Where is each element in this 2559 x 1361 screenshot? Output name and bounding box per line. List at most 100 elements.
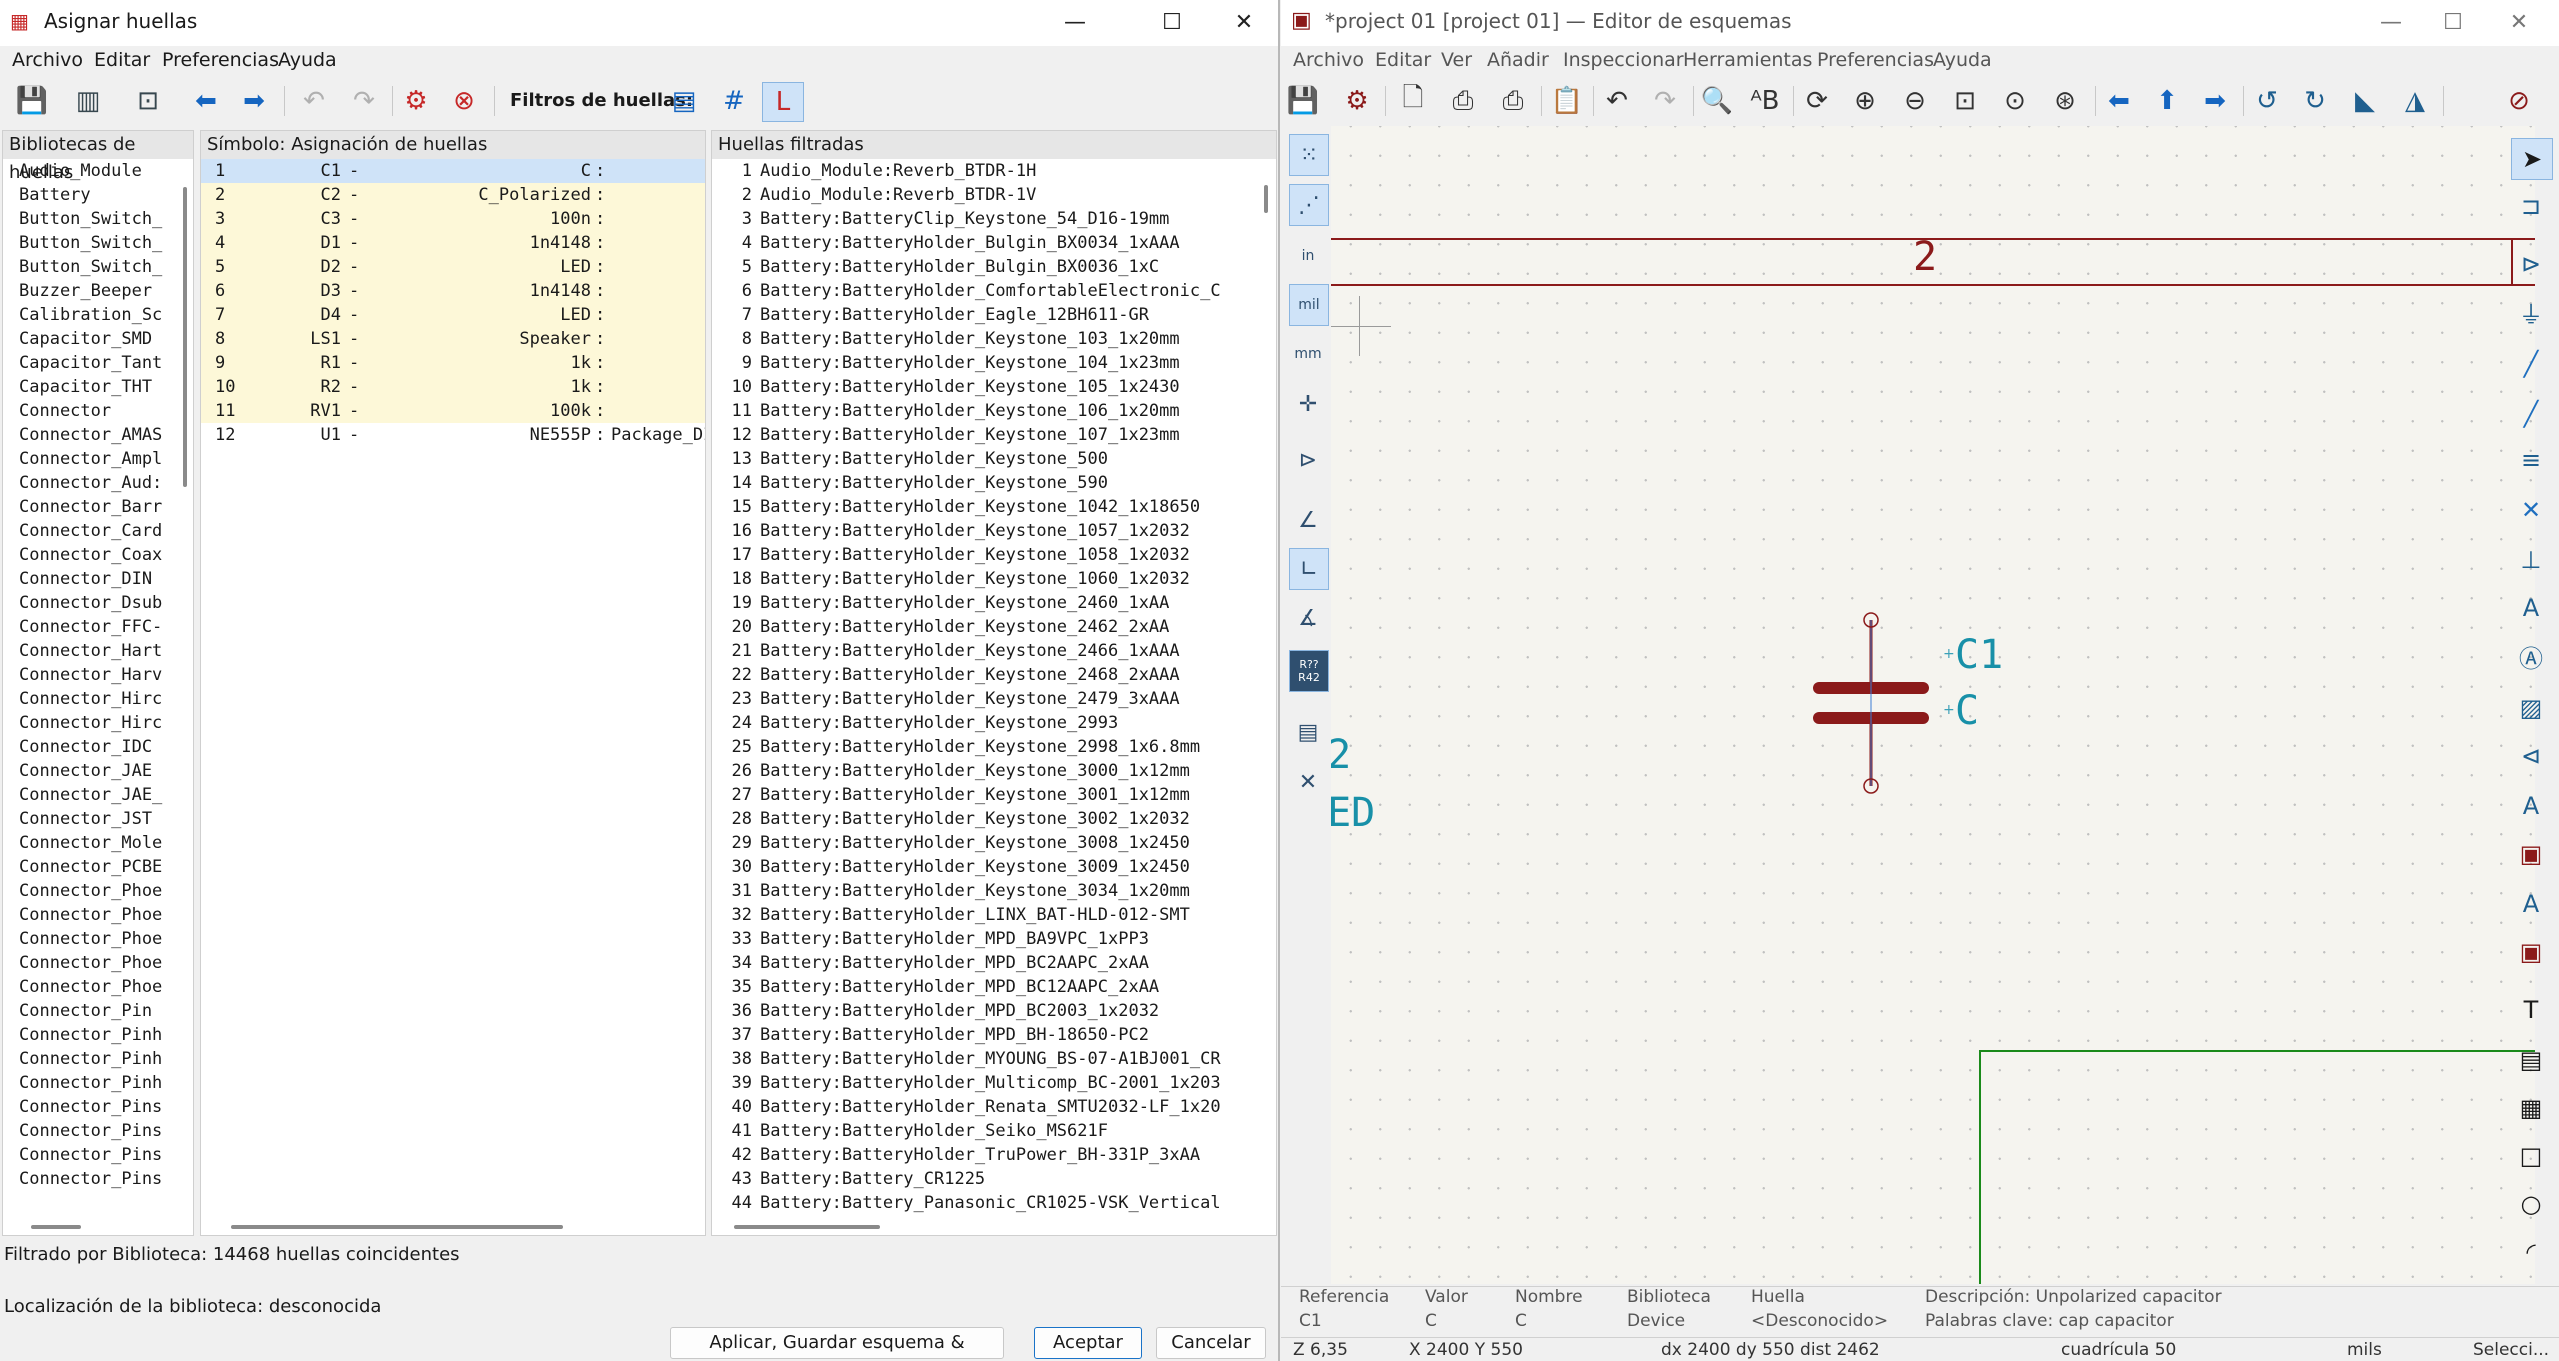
footprint-list-item[interactable]: 30 Battery:BatteryHolder_Keystone_3009_1x… xyxy=(712,855,1264,879)
add-bus-icon[interactable]: ╱ xyxy=(2511,394,2551,434)
footprint-list-item[interactable]: 35 Battery:BatteryHolder_MPD_BC12AAPC_2xA… xyxy=(712,975,1264,999)
library-list-item[interactable]: Connector_Phoe xyxy=(3,975,183,999)
rectangle-icon[interactable]: □ xyxy=(2511,1136,2551,1176)
library-list-item[interactable]: Capacitor_Tant xyxy=(3,351,183,375)
maximize-icon[interactable]: ☐ xyxy=(1142,4,1202,42)
footprint-list-item[interactable]: 25 Battery:BatteryHolder_Keystone_2998_1x… xyxy=(712,735,1264,759)
footprint-list-item[interactable]: 15 Battery:BatteryHolder_Keystone_1042_1x… xyxy=(712,495,1264,519)
footprint-viewer-icon[interactable]: ⊡ xyxy=(128,82,168,120)
menu-herramientas[interactable]: Herramientas xyxy=(1683,49,1812,71)
schematic-setup-icon[interactable]: ⚙ xyxy=(1337,82,1377,120)
library-list-item[interactable]: Audio_Module xyxy=(3,159,183,183)
footprint-list-item[interactable]: 38 Battery:BatteryHolder_MYOUNG_BS-07-A1B… xyxy=(712,1047,1264,1071)
footprint-list-item[interactable]: 17 Battery:BatteryHolder_Keystone_1058_1x… xyxy=(712,543,1264,567)
footprint-list-item[interactable]: 4 Battery:BatteryHolder_Bulgin_BX0034_1xA… xyxy=(712,231,1264,255)
library-manager-icon[interactable]: ▥ xyxy=(68,82,108,120)
footprint-list-item[interactable]: 34 Battery:BatteryHolder_MPD_BC2AAPC_2xAA xyxy=(712,951,1264,975)
footprint-list-item[interactable]: 8 Battery:BatteryHolder_Keystone_103_1x20… xyxy=(712,327,1264,351)
annotation-badge-icon[interactable]: R?? R42 xyxy=(1289,650,1329,692)
footprint-list-item[interactable]: 33 Battery:BatteryHolder_MPD_BA9VPC_1xPP3 xyxy=(712,927,1264,951)
filter-keywords-icon[interactable]: ▤ xyxy=(664,82,704,120)
library-list-item[interactable]: Connector_AMAS xyxy=(3,423,183,447)
add-symbol-icon[interactable]: ⊳ xyxy=(2511,244,2551,284)
footprint-list-item[interactable]: 36 Battery:BatteryHolder_MPD_BC2003_1x203… xyxy=(712,999,1264,1023)
table-icon[interactable]: ▦ xyxy=(2511,1088,2551,1128)
library-list-item[interactable]: Connector_Pins xyxy=(3,1167,183,1191)
library-list-item[interactable]: Connector_Ampl xyxy=(3,447,183,471)
wire-angle-45-icon[interactable]: ∡ xyxy=(1289,598,1327,638)
undo-icon[interactable]: ↶ xyxy=(294,82,334,120)
previous-arrow-icon[interactable]: ⬅ xyxy=(186,82,226,120)
wire-vertical[interactable] xyxy=(1979,1050,1981,1284)
label-icon[interactable]: A xyxy=(2511,588,2551,628)
library-list-item[interactable]: Connector_JAE xyxy=(3,759,183,783)
mirror-vertical-icon[interactable]: ◣ xyxy=(2345,82,2385,120)
page-settings-icon[interactable]: 🗋 xyxy=(1393,82,1433,120)
footprint-list-item[interactable]: 2 Audio_Module:Reverb_BTDR-1V xyxy=(712,183,1264,207)
menu-ayuda[interactable]: Ayuda xyxy=(1933,49,1992,71)
circle-icon[interactable]: ○ xyxy=(2511,1184,2551,1224)
import-sheet-pin-icon[interactable]: ▣ xyxy=(2511,932,2551,972)
schematic-canvas[interactable]: 2 + C1 + C D2 LED xyxy=(1331,126,2535,1284)
capacitor-value[interactable]: C xyxy=(1955,688,1979,734)
footprint-list-item[interactable]: 18 Battery:BatteryHolder_Keystone_1060_1x… xyxy=(712,567,1264,591)
properties-tools-icon[interactable]: ✕ xyxy=(1289,762,1327,802)
menu-anadir[interactable]: Añadir xyxy=(1487,49,1549,71)
next-arrow-icon[interactable]: ➡ xyxy=(234,82,274,120)
library-list-item[interactable]: Button_Switch_ xyxy=(3,255,183,279)
library-list-item[interactable]: Connector_Barr xyxy=(3,495,183,519)
navigate-forward-icon[interactable]: ➡ xyxy=(2195,82,2235,120)
library-vscroll[interactable] xyxy=(183,187,187,487)
footprint-list-item[interactable]: 23 Battery:BatteryHolder_Keystone_2479_3x… xyxy=(712,687,1264,711)
refresh-icon[interactable]: ⟳ xyxy=(1797,82,1837,120)
footprint-list-item[interactable]: 32 Battery:BatteryHolder_LINX_BAT-HLD-012… xyxy=(712,903,1264,927)
rotate-cw-icon[interactable]: ↻ xyxy=(2295,82,2335,120)
footprint-list-item[interactable]: 5 Battery:BatteryHolder_Bulgin_BX0036_1xC xyxy=(712,255,1264,279)
library-list-item[interactable]: Connector_FFC- xyxy=(3,615,183,639)
ok-button[interactable]: Aceptar xyxy=(1034,1327,1142,1359)
symbol-row[interactable]: 6 D3- 1n4148: xyxy=(201,279,705,303)
filter-pin-count-icon[interactable]: # xyxy=(714,82,754,120)
footprint-list-item[interactable]: 26 Battery:BatteryHolder_Keystone_3000_1x… xyxy=(712,759,1264,783)
hierarchical-label-icon[interactable]: A xyxy=(2511,786,2551,826)
library-list-item[interactable]: Button_Switch_ xyxy=(3,231,183,255)
library-list-item[interactable]: Capacitor_THT xyxy=(3,375,183,399)
find-replace-icon[interactable]: ᴬB xyxy=(1745,82,1785,120)
menu-inspeccionar[interactable]: Inspeccionar xyxy=(1563,49,1684,71)
auto-assign-icon[interactable]: ⚙ xyxy=(396,82,436,120)
global-label-icon[interactable]: ⊲ xyxy=(2511,736,2551,776)
zoom-fit-icon[interactable]: ⊡ xyxy=(1945,82,1985,120)
grid-overrides-icon[interactable]: ⋰ xyxy=(1289,184,1329,226)
capacitor-reference[interactable]: C1 xyxy=(1955,632,2003,678)
maximize-icon[interactable]: ☐ xyxy=(2423,4,2483,42)
footprint-list-item[interactable]: 24 Battery:BatteryHolder_Keystone_2993 xyxy=(712,711,1264,735)
undo-icon[interactable]: ↶ xyxy=(1597,82,1637,120)
close-icon[interactable]: ✕ xyxy=(2489,4,2549,42)
symbol-row[interactable]: 12 U1- NE555P:Package_DIP xyxy=(201,423,705,447)
cancel-button[interactable]: Cancelar xyxy=(1156,1327,1266,1359)
footprint-list-item[interactable]: 43 Battery:Battery_CR1225 xyxy=(712,1167,1264,1191)
cursor-crosshair-icon[interactable]: ✛ xyxy=(1289,384,1327,424)
menu-preferencias[interactable]: Preferencias xyxy=(162,49,279,71)
library-list-item[interactable]: Connector_Harv xyxy=(3,663,183,687)
symbol-editor-icon[interactable]: ⊘ xyxy=(2499,82,2539,120)
footprint-list-item[interactable]: 21 Battery:BatteryHolder_Keystone_2466_1x… xyxy=(712,639,1264,663)
wire-horizontal[interactable] xyxy=(1979,1050,2535,1052)
library-list-item[interactable]: Connector_Pins xyxy=(3,1119,183,1143)
print-icon[interactable]: ⎙ xyxy=(1443,82,1483,120)
navigate-back-icon[interactable]: ⬅ xyxy=(2099,82,2139,120)
library-list-item[interactable]: Connector_Coax xyxy=(3,543,183,567)
footprint-list-item[interactable]: 12 Battery:BatteryHolder_Keystone_107_1x2… xyxy=(712,423,1264,447)
library-list-item[interactable]: Connector_Phoe xyxy=(3,927,183,951)
library-list-item[interactable]: Connector_Hirc xyxy=(3,711,183,735)
bus-entry-icon[interactable]: ≡ xyxy=(2511,440,2551,480)
zoom-in-icon[interactable]: ⊕ xyxy=(1845,82,1885,120)
footprint-list-item[interactable]: 16 Battery:BatteryHolder_Keystone_1057_1x… xyxy=(712,519,1264,543)
library-list-item[interactable]: Connector_Pins xyxy=(3,1143,183,1167)
library-list-item[interactable]: Connector_DIN xyxy=(3,567,183,591)
zoom-out-icon[interactable]: ⊖ xyxy=(1895,82,1935,120)
footprint-list-item[interactable]: 42 Battery:BatteryHolder_TruPower_BH-331P… xyxy=(712,1143,1264,1167)
menu-archivo[interactable]: Archivo xyxy=(1293,49,1364,71)
zoom-objects-icon[interactable]: ⊙ xyxy=(1995,82,2035,120)
add-wire-icon[interactable]: ╱ xyxy=(2511,344,2551,384)
